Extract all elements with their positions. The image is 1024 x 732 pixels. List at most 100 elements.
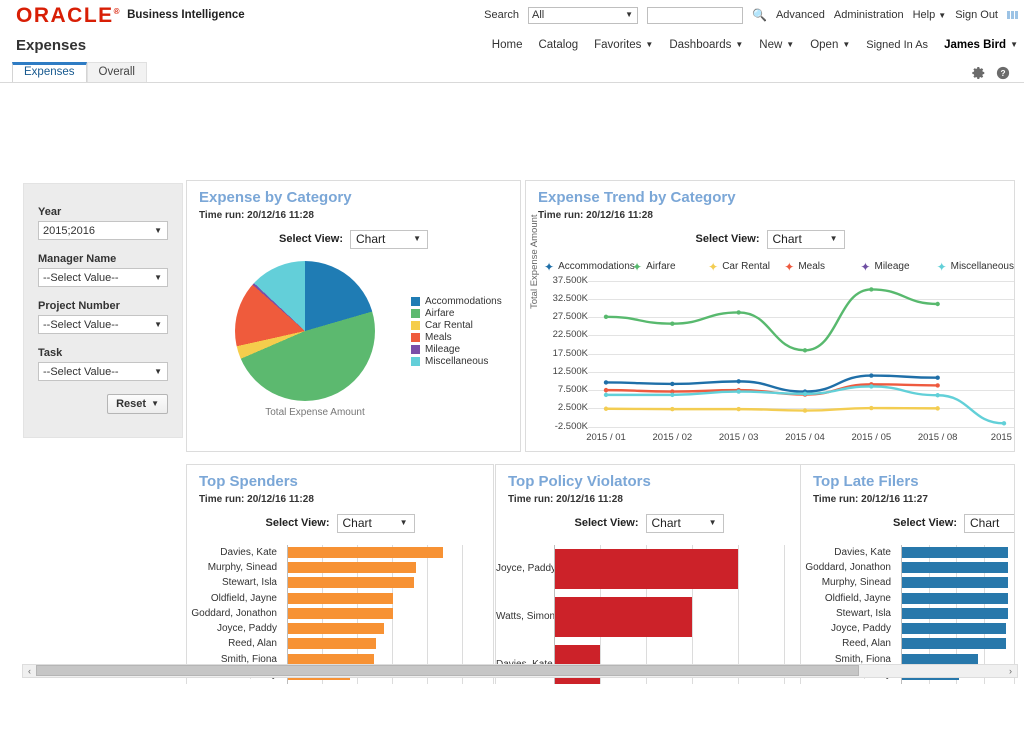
legend-item[interactable]: Airfare bbox=[411, 308, 502, 319]
trend-legend-item[interactable]: ✦Car Rental bbox=[708, 261, 784, 273]
filter-select-task[interactable]: --Select Value-- ▼ bbox=[38, 362, 168, 381]
user-menu[interactable]: James Bird▼ bbox=[944, 39, 1018, 51]
scrollbar-track[interactable] bbox=[36, 665, 1004, 677]
filter-select-year[interactable]: 2015;2016 ▼ bbox=[38, 221, 168, 240]
bar-row[interactable]: Joyce, Paddy bbox=[287, 621, 462, 636]
nav-new[interactable]: New▼ bbox=[759, 39, 794, 51]
bar-row[interactable]: Reed, Alan bbox=[901, 636, 1011, 651]
legend-item[interactable]: Accommodations bbox=[411, 296, 502, 307]
legend-item[interactable]: Miscellaneous bbox=[411, 356, 502, 367]
gear-icon[interactable] bbox=[972, 66, 986, 80]
bar-row[interactable]: Goddard, Jonathon bbox=[287, 606, 462, 621]
trend-chart-area[interactable]: Total Expense Amount 37.500K32.500K27.50… bbox=[526, 275, 1014, 453]
bar-row[interactable]: Joyce, Paddy bbox=[901, 621, 1011, 636]
help-icon[interactable]: ? bbox=[996, 66, 1010, 80]
bar-fill[interactable] bbox=[287, 638, 376, 649]
search-icon[interactable]: 🔍 bbox=[752, 8, 767, 22]
bar-row[interactable]: Reed, Alan bbox=[287, 636, 462, 651]
app-grid-icon[interactable] bbox=[1007, 11, 1018, 19]
page-header: Expenses Home Catalog Favorites▼ Dashboa… bbox=[0, 30, 1024, 60]
pie-chart[interactable] bbox=[235, 261, 375, 401]
bar-row[interactable]: Davies, Kate bbox=[901, 545, 1011, 560]
bar-fill[interactable] bbox=[287, 562, 416, 573]
bar-fill[interactable] bbox=[287, 608, 393, 619]
scroll-left-arrow[interactable]: ‹ bbox=[23, 666, 36, 676]
select-view-label: Select View: bbox=[279, 233, 343, 245]
select-view-dropdown-violators[interactable]: Chart ▼ bbox=[646, 514, 724, 533]
filter-value-project-number: --Select Value-- bbox=[43, 319, 119, 331]
trend-legend-item[interactable]: ✦Mileage bbox=[860, 261, 936, 273]
trend-legend-item[interactable]: ✦Miscellaneous bbox=[937, 261, 1014, 273]
trend-x-tick-label: 2015 / 01 bbox=[586, 432, 626, 443]
legend-item[interactable]: Mileage bbox=[411, 344, 502, 355]
legend-swatch-icon bbox=[411, 357, 420, 366]
filter-select-manager-name[interactable]: --Select Value-- ▼ bbox=[38, 268, 168, 287]
filter-value-manager-name: --Select Value-- bbox=[43, 272, 119, 284]
advanced-link[interactable]: Advanced bbox=[776, 9, 825, 21]
reset-button[interactable]: Reset ▼ bbox=[107, 394, 168, 414]
sign-out-link[interactable]: Sign Out bbox=[955, 9, 998, 21]
bar-row[interactable]: Barlow, Neil bbox=[901, 682, 1011, 684]
bar-fill[interactable] bbox=[901, 608, 1008, 619]
trend-x-tick-label: 2015 / 05 bbox=[852, 432, 892, 443]
bar-row[interactable]: Oldfield, Jayne bbox=[287, 590, 462, 605]
chevron-down-icon: ▼ bbox=[151, 400, 159, 408]
bar-fill[interactable] bbox=[901, 547, 1008, 558]
chevron-down-icon: ▼ bbox=[400, 519, 408, 527]
select-view-dropdown-trend[interactable]: Chart ▼ bbox=[767, 230, 845, 249]
bar-fill[interactable] bbox=[554, 549, 738, 589]
product-name: Business Intelligence bbox=[127, 9, 245, 22]
scroll-right-arrow[interactable]: › bbox=[1004, 666, 1017, 676]
bar-fill[interactable] bbox=[901, 638, 1006, 649]
legend-marker-icon: ✦ bbox=[860, 261, 870, 273]
trend-legend-item[interactable]: ✦Accommodations bbox=[544, 261, 632, 273]
administration-link[interactable]: Administration bbox=[834, 9, 904, 21]
search-label: Search bbox=[484, 9, 519, 21]
select-view-dropdown-pie[interactable]: Chart ▼ bbox=[350, 230, 428, 249]
search-scope-select[interactable]: All ▼ bbox=[528, 7, 638, 24]
scrollbar-thumb[interactable] bbox=[36, 665, 859, 676]
trend-legend-item[interactable]: ✦Airfare bbox=[632, 261, 708, 273]
horizontal-scrollbar[interactable]: ‹ › bbox=[22, 664, 1018, 678]
bar-fill[interactable] bbox=[287, 577, 414, 588]
panel-title-expense-trend: Expense Trend by Category bbox=[526, 181, 1014, 207]
bar-row[interactable]: Murphy, Sinead bbox=[901, 575, 1011, 590]
legend-marker-icon: ✦ bbox=[784, 261, 794, 273]
nav-catalog[interactable]: Catalog bbox=[538, 39, 578, 51]
select-view-dropdown-late[interactable]: Chart ▼ bbox=[964, 514, 1015, 533]
tab-overall[interactable]: Overall bbox=[87, 62, 147, 82]
bar-fill[interactable] bbox=[901, 577, 1008, 588]
bar-fill[interactable] bbox=[287, 547, 443, 558]
select-view-dropdown-spenders[interactable]: Chart ▼ bbox=[337, 514, 415, 533]
bar-fill[interactable] bbox=[901, 562, 1008, 573]
bar-row[interactable]: Murphy, Sinead bbox=[287, 560, 462, 575]
chevron-down-icon: ▼ bbox=[154, 368, 162, 376]
bar-row[interactable]: Stewart, Isla bbox=[287, 575, 462, 590]
filter-label-manager-name: Manager Name bbox=[38, 253, 168, 265]
trend-legend-item[interactable]: ✦Meals bbox=[784, 261, 860, 273]
nav-home[interactable]: Home bbox=[492, 39, 523, 51]
legend-item[interactable]: Car Rental bbox=[411, 320, 502, 331]
bar-row[interactable]: Goddard, Jonathon bbox=[901, 560, 1011, 575]
bar-fill[interactable] bbox=[554, 597, 692, 637]
tab-expenses[interactable]: Expenses bbox=[12, 62, 87, 82]
bar-fill[interactable] bbox=[287, 593, 393, 604]
bar-fill[interactable] bbox=[901, 623, 1006, 634]
nav-favorites[interactable]: Favorites▼ bbox=[594, 39, 653, 51]
legend-item[interactable]: Meals bbox=[411, 332, 502, 343]
bar-fill[interactable] bbox=[287, 623, 384, 634]
bar-row[interactable]: Oldfield, Jayne bbox=[901, 590, 1011, 605]
bar-row[interactable]: Watts, Simon bbox=[554, 593, 784, 641]
bar-row[interactable]: Davies, Kate bbox=[287, 545, 462, 560]
tab-toolbar: ? bbox=[972, 66, 1010, 80]
help-menu[interactable]: Help ▼ bbox=[913, 9, 947, 21]
nav-open[interactable]: Open▼ bbox=[810, 39, 850, 51]
bar-row[interactable]: Stewart, Isla bbox=[901, 606, 1011, 621]
bar-fill[interactable] bbox=[901, 593, 1008, 604]
nav-dashboards[interactable]: Dashboards▼ bbox=[669, 39, 743, 51]
bar-row[interactable]: Barlow, Neil bbox=[287, 682, 462, 684]
filter-select-project-number[interactable]: --Select Value-- ▼ bbox=[38, 315, 168, 334]
bar-row[interactable]: Joyce, Paddy bbox=[554, 545, 784, 593]
trademark-symbol: ® bbox=[114, 7, 121, 16]
search-input[interactable] bbox=[647, 7, 743, 24]
